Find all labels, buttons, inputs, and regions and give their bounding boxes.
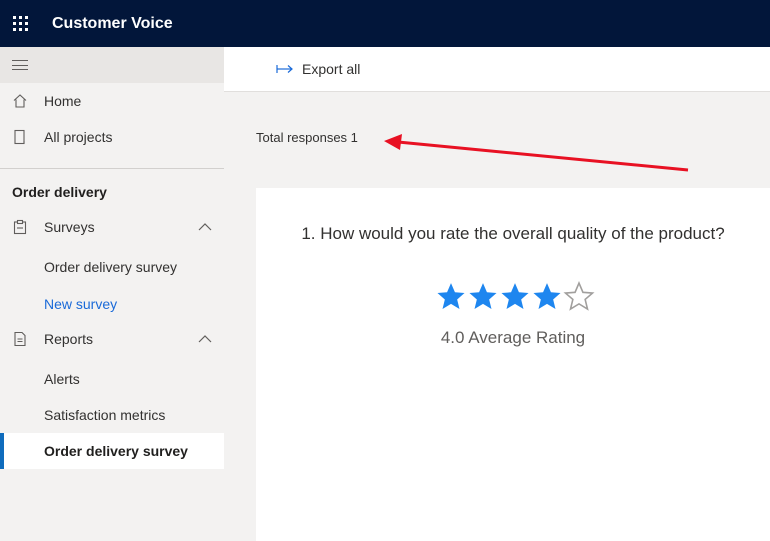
sidebar-item-home[interactable]: Home	[0, 83, 224, 119]
sidebar-item-label: New survey	[44, 296, 118, 312]
clipboard-icon	[12, 219, 28, 235]
sidebar-item-order-delivery-survey[interactable]: Order delivery survey	[0, 249, 224, 285]
sidebar-item-label: Reports	[44, 331, 94, 347]
app-launcher-button[interactable]	[0, 0, 40, 47]
waffle-icon	[12, 16, 28, 31]
command-bar: Export all	[224, 47, 770, 92]
star-filled-icon	[437, 283, 465, 310]
export-all-button[interactable]: Export all	[276, 61, 360, 77]
export-arrow-icon	[276, 65, 293, 73]
total-responses: Total responses 1	[256, 130, 358, 145]
question-text: 1. How would you rate the overall qualit…	[301, 224, 725, 243]
sidebar: Home All projects Order delivery Surveys…	[0, 47, 224, 541]
project-section-title: Order delivery	[12, 184, 107, 200]
annotation-arrow	[384, 134, 689, 172]
sidebar-item-label: Satisfaction metrics	[44, 407, 166, 423]
question-card: 1. How would you rate the overall qualit…	[256, 188, 770, 541]
sidebar-divider	[0, 168, 224, 169]
active-indicator	[0, 433, 4, 469]
sidebar-item-label: Surveys	[44, 219, 95, 235]
sidebar-item-all-projects[interactable]: All projects	[0, 119, 224, 155]
star-filled-icon	[469, 283, 497, 310]
top-bar: Customer Voice	[0, 0, 770, 47]
app-title: Customer Voice	[52, 14, 173, 32]
sidebar-item-label: All projects	[44, 129, 113, 145]
chevron-up-icon[interactable]	[198, 222, 212, 232]
sidebar-item-order-delivery-report[interactable]: Order delivery survey	[0, 433, 224, 469]
export-all-label: Export all	[302, 61, 361, 77]
star-filled-icon	[533, 283, 561, 310]
star-rating	[435, 281, 595, 311]
chevron-up-icon[interactable]	[198, 334, 212, 344]
collapse-nav-button[interactable]	[0, 47, 224, 83]
sidebar-item-label: Order delivery survey	[44, 443, 188, 459]
hamburger-icon	[12, 60, 28, 70]
report-icon	[12, 331, 28, 347]
home-icon	[12, 93, 28, 109]
sidebar-item-alerts[interactable]: Alerts	[0, 361, 224, 397]
star-empty-icon	[563, 281, 595, 311]
document-icon	[12, 129, 28, 145]
sidebar-item-label: Order delivery survey	[44, 259, 178, 275]
star-filled-icon	[501, 283, 529, 310]
sidebar-item-label: Alerts	[44, 371, 80, 387]
sidebar-item-new-survey[interactable]: New survey	[0, 286, 224, 322]
sidebar-item-reports[interactable]: Reports	[0, 321, 224, 357]
sidebar-item-surveys[interactable]: Surveys	[0, 209, 224, 245]
sidebar-item-satisfaction-metrics[interactable]: Satisfaction metrics	[0, 397, 224, 433]
sidebar-item-label: Home	[44, 93, 82, 109]
average-rating: 4.0 Average Rating	[440, 328, 586, 347]
